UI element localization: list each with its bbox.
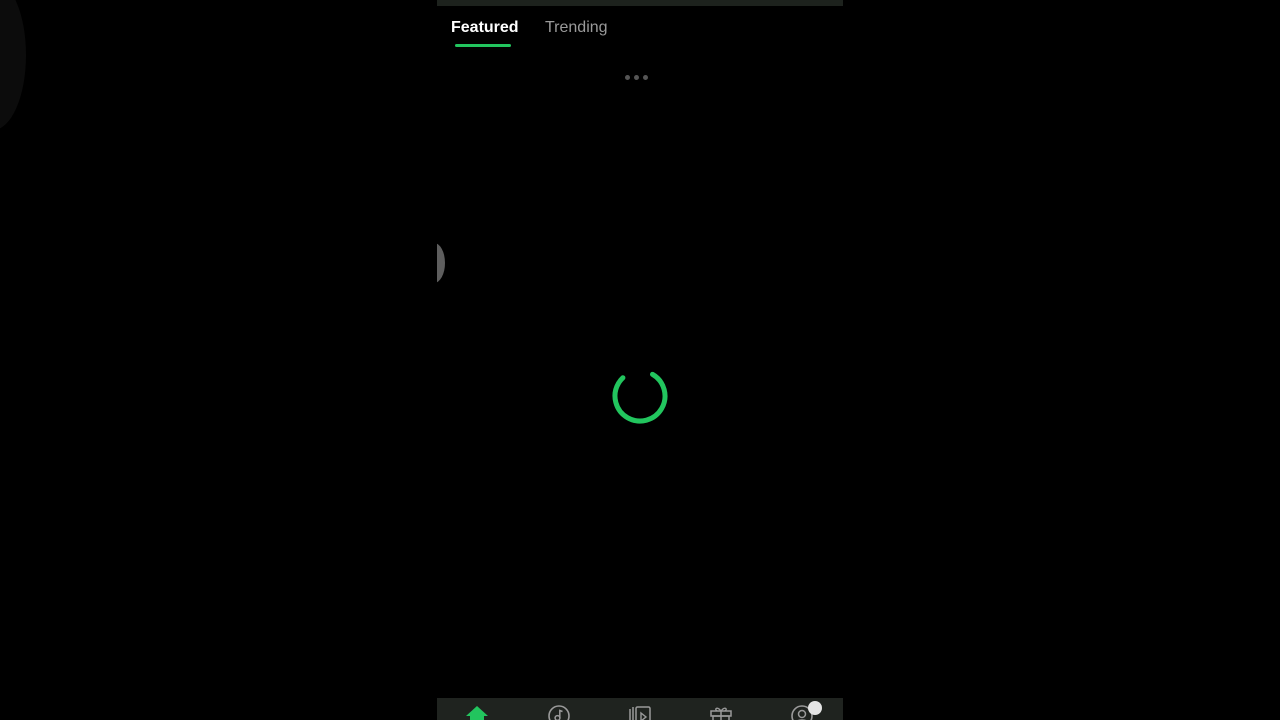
nav-video-button[interactable] — [626, 702, 654, 720]
nav-music-button[interactable] — [545, 702, 573, 720]
tab-trending[interactable]: Trending — [545, 18, 608, 38]
nav-home-button[interactable] — [463, 702, 491, 720]
background-shadow — [0, 0, 26, 130]
notification-badge — [808, 701, 822, 715]
top-tab-bar: Featured Trending — [437, 6, 843, 50]
bottom-navigation — [437, 698, 843, 720]
music-disc-icon — [548, 705, 570, 720]
screen: Featured Trending — [0, 0, 1280, 720]
gift-icon — [710, 707, 732, 720]
app-viewport: Featured Trending — [437, 0, 843, 720]
active-tab-indicator — [455, 44, 511, 47]
spinner-icon — [612, 368, 668, 424]
ellipsis-icon — [625, 67, 655, 80]
tab-featured[interactable]: Featured — [451, 18, 519, 38]
nav-gift-button[interactable] — [707, 702, 735, 720]
side-handle[interactable] — [437, 243, 445, 283]
video-library-icon — [629, 706, 651, 720]
home-icon — [466, 706, 488, 720]
